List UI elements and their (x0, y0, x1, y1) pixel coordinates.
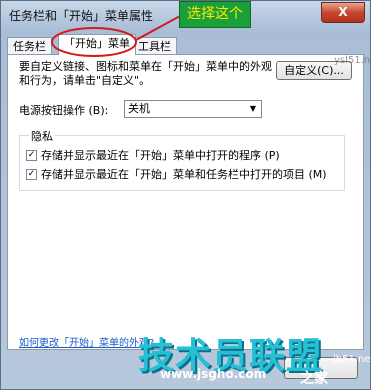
help-link[interactable]: 如何更改「开始」菜单的外观? (19, 334, 154, 349)
watermark-side-url: jb51.net (333, 354, 371, 365)
power-button-select[interactable]: 关机 ▼ (124, 100, 262, 118)
privacy-item-label: 存储并显示最近在「开始」菜单中打开的程序 (P) (41, 149, 280, 162)
privacy-group: 隐私 ✓ 存储并显示最近在「开始」菜单中打开的程序 (P) ✓ 存储并显示最近在… (19, 128, 345, 191)
watermark-corner: 之家 (300, 371, 328, 387)
tab-start-menu[interactable]: 「开始」菜单 (58, 34, 136, 55)
privacy-group-title: 隐私 (29, 128, 55, 144)
tab-toolbars[interactable]: 工具栏 (132, 37, 177, 54)
power-button-value: 关机 (128, 102, 150, 115)
window-title: 任务栏和「开始」菜单属性 (9, 9, 154, 23)
watermark-url: www.jsgho.com (160, 367, 267, 381)
start-menu-panel: 要自定义链接、图标和菜单在「开始」菜单中的外观和行为，请单击"自定义"。 自定义… (7, 54, 364, 350)
chevron-down-icon: ▼ (249, 104, 256, 113)
annotation-callout: 选择这个 (179, 1, 251, 28)
power-button-label: 电源按钮操作 (B): (19, 104, 109, 117)
privacy-checkbox-recent-items[interactable]: ✓ 存储并显示最近在「开始」菜单和任务栏中打开的项目 (M) (26, 166, 327, 182)
checkbox-checked-icon[interactable]: ✓ (26, 168, 37, 180)
watermark-sub: ysl51.net (334, 55, 371, 66)
tab-taskbar[interactable]: 任务栏 (7, 37, 52, 54)
intro-text: 要自定义链接、图标和菜单在「开始」菜单中的外观和行为，请单击"自定义"。 (19, 60, 272, 87)
checkbox-checked-icon[interactable]: ✓ (26, 149, 37, 161)
privacy-checkbox-recent-programs[interactable]: ✓ 存储并显示最近在「开始」菜单中打开的程序 (P) (26, 147, 280, 163)
privacy-item-label: 存储并显示最近在「开始」菜单和任务栏中打开的项目 (M) (41, 168, 327, 181)
close-button[interactable]: X (321, 2, 365, 23)
